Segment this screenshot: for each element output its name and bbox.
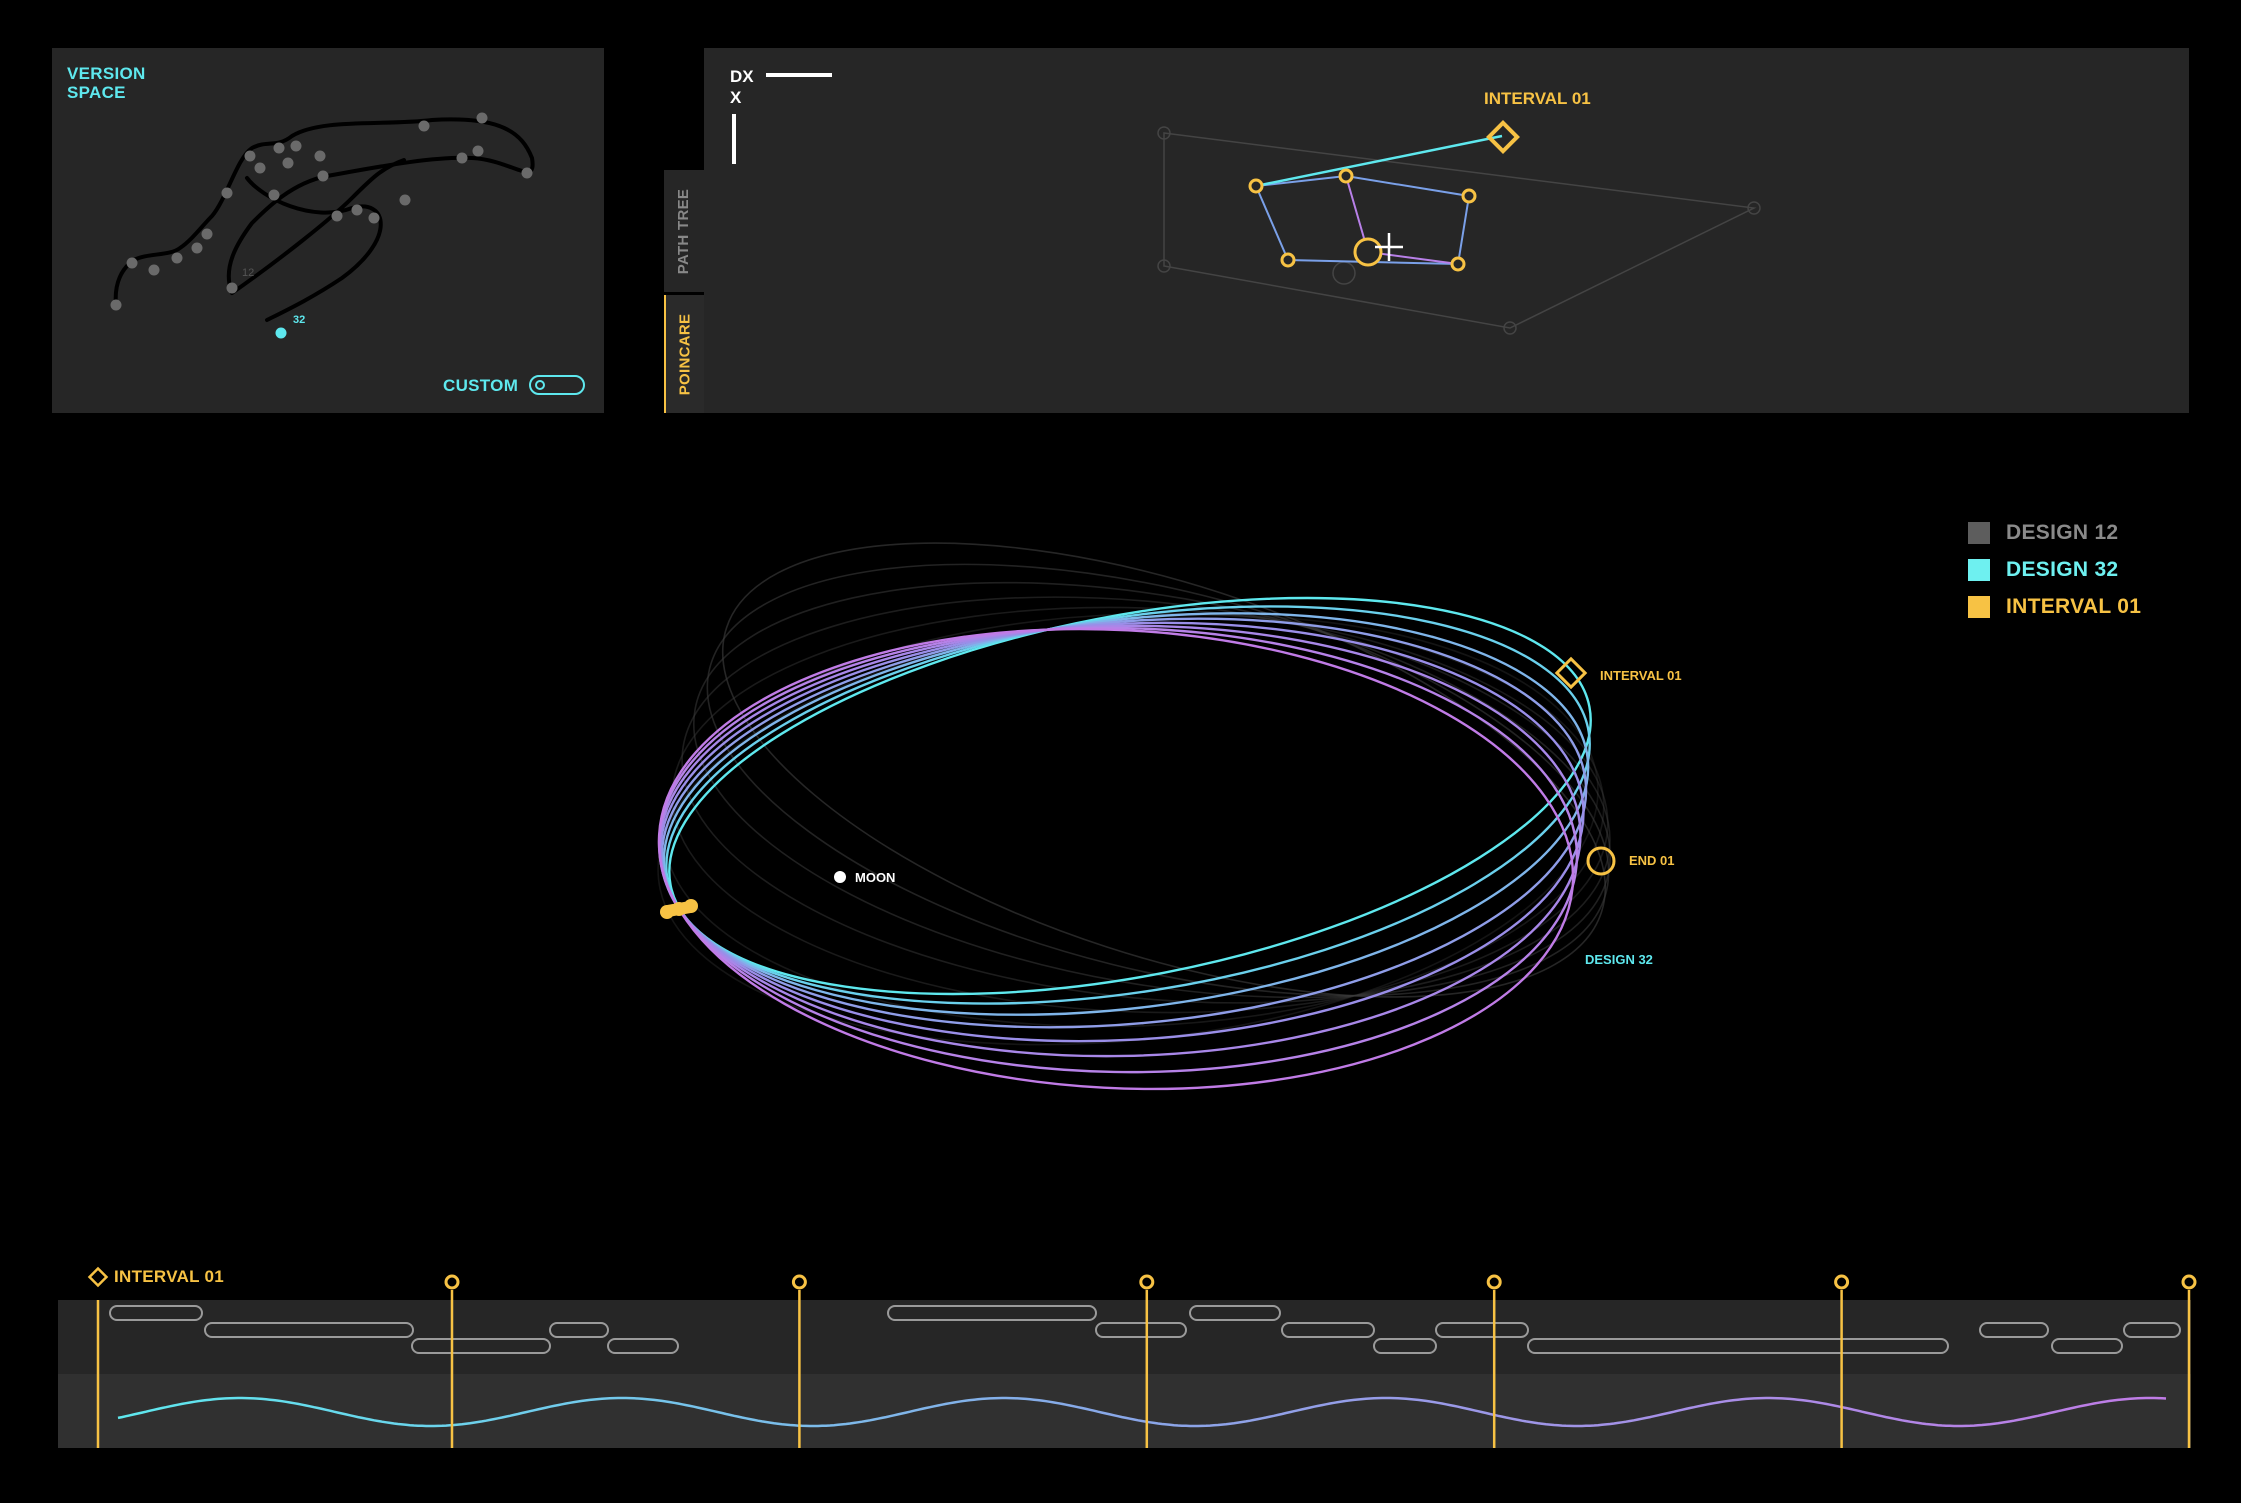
timeline-marker[interactable] [791,1274,807,1290]
timeline-marker[interactable] [1486,1274,1502,1290]
interval-diamond-icon [87,1266,109,1288]
timeline-marker[interactable] [1139,1274,1155,1290]
timeline-track-wave[interactable] [58,1374,2191,1448]
timeline-marker[interactable] [1834,1274,1850,1290]
timeline-marker[interactable] [444,1274,460,1290]
timeline-marker[interactable] [2181,1274,2197,1290]
timeline-title: INTERVAL 01 [114,1267,225,1286]
timeline[interactable] [0,0,2241,1503]
